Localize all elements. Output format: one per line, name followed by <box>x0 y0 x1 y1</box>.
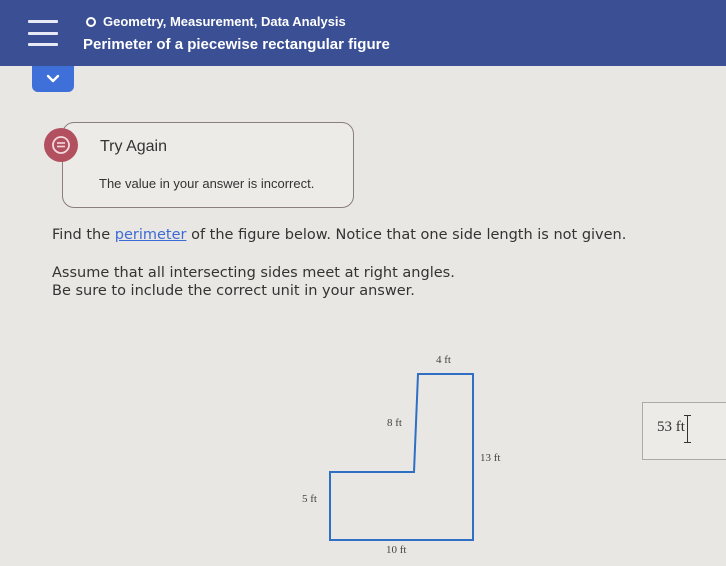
answer-value: 53 ft <box>657 419 685 436</box>
label-top: 4 ft <box>436 354 451 366</box>
page-title: Perimeter of a piecewise rectangular fig… <box>83 36 390 53</box>
label-right: 13 ft <box>480 452 500 464</box>
question-line-2: Assume that all intersecting sides meet … <box>52 265 455 281</box>
question-text: Find the <box>52 227 115 243</box>
chevron-down-icon <box>46 74 60 83</box>
question-line-3: Be sure to include the correct unit in y… <box>52 283 415 299</box>
figure-outline <box>329 373 474 541</box>
label-left: 5 ft <box>302 493 317 505</box>
question-text: of the figure below. Notice that one sid… <box>186 227 627 243</box>
collapse-toggle-button[interactable] <box>32 66 74 92</box>
perimeter-link[interactable]: perimeter <box>115 227 187 243</box>
figure-diagram: 4 ft 8 ft 13 ft 5 ft 10 ft <box>302 354 500 556</box>
answer-input[interactable]: 53 ft <box>642 402 726 460</box>
feedback-panel <box>62 122 354 208</box>
question-line-1: Find the perimeter of the figure below. … <box>52 227 626 243</box>
text-cursor <box>684 415 691 443</box>
feedback-message: The value in your answer is incorrect. <box>99 176 315 191</box>
topic-breadcrumb: Geometry, Measurement, Data Analysis <box>86 14 346 29</box>
label-inner-vertical: 8 ft <box>387 417 402 429</box>
top-bar: Geometry, Measurement, Data Analysis Per… <box>0 0 726 66</box>
topic-label: Geometry, Measurement, Data Analysis <box>103 14 346 29</box>
answer-unit: ft <box>675 419 685 435</box>
circle-outline-icon <box>86 16 96 27</box>
speech-bubble-icon <box>44 128 78 162</box>
label-bottom: 10 ft <box>386 544 406 556</box>
answer-number: 53 <box>657 419 672 435</box>
hamburger-menu-icon[interactable] <box>28 18 58 48</box>
feedback-title: Try Again <box>100 138 167 155</box>
